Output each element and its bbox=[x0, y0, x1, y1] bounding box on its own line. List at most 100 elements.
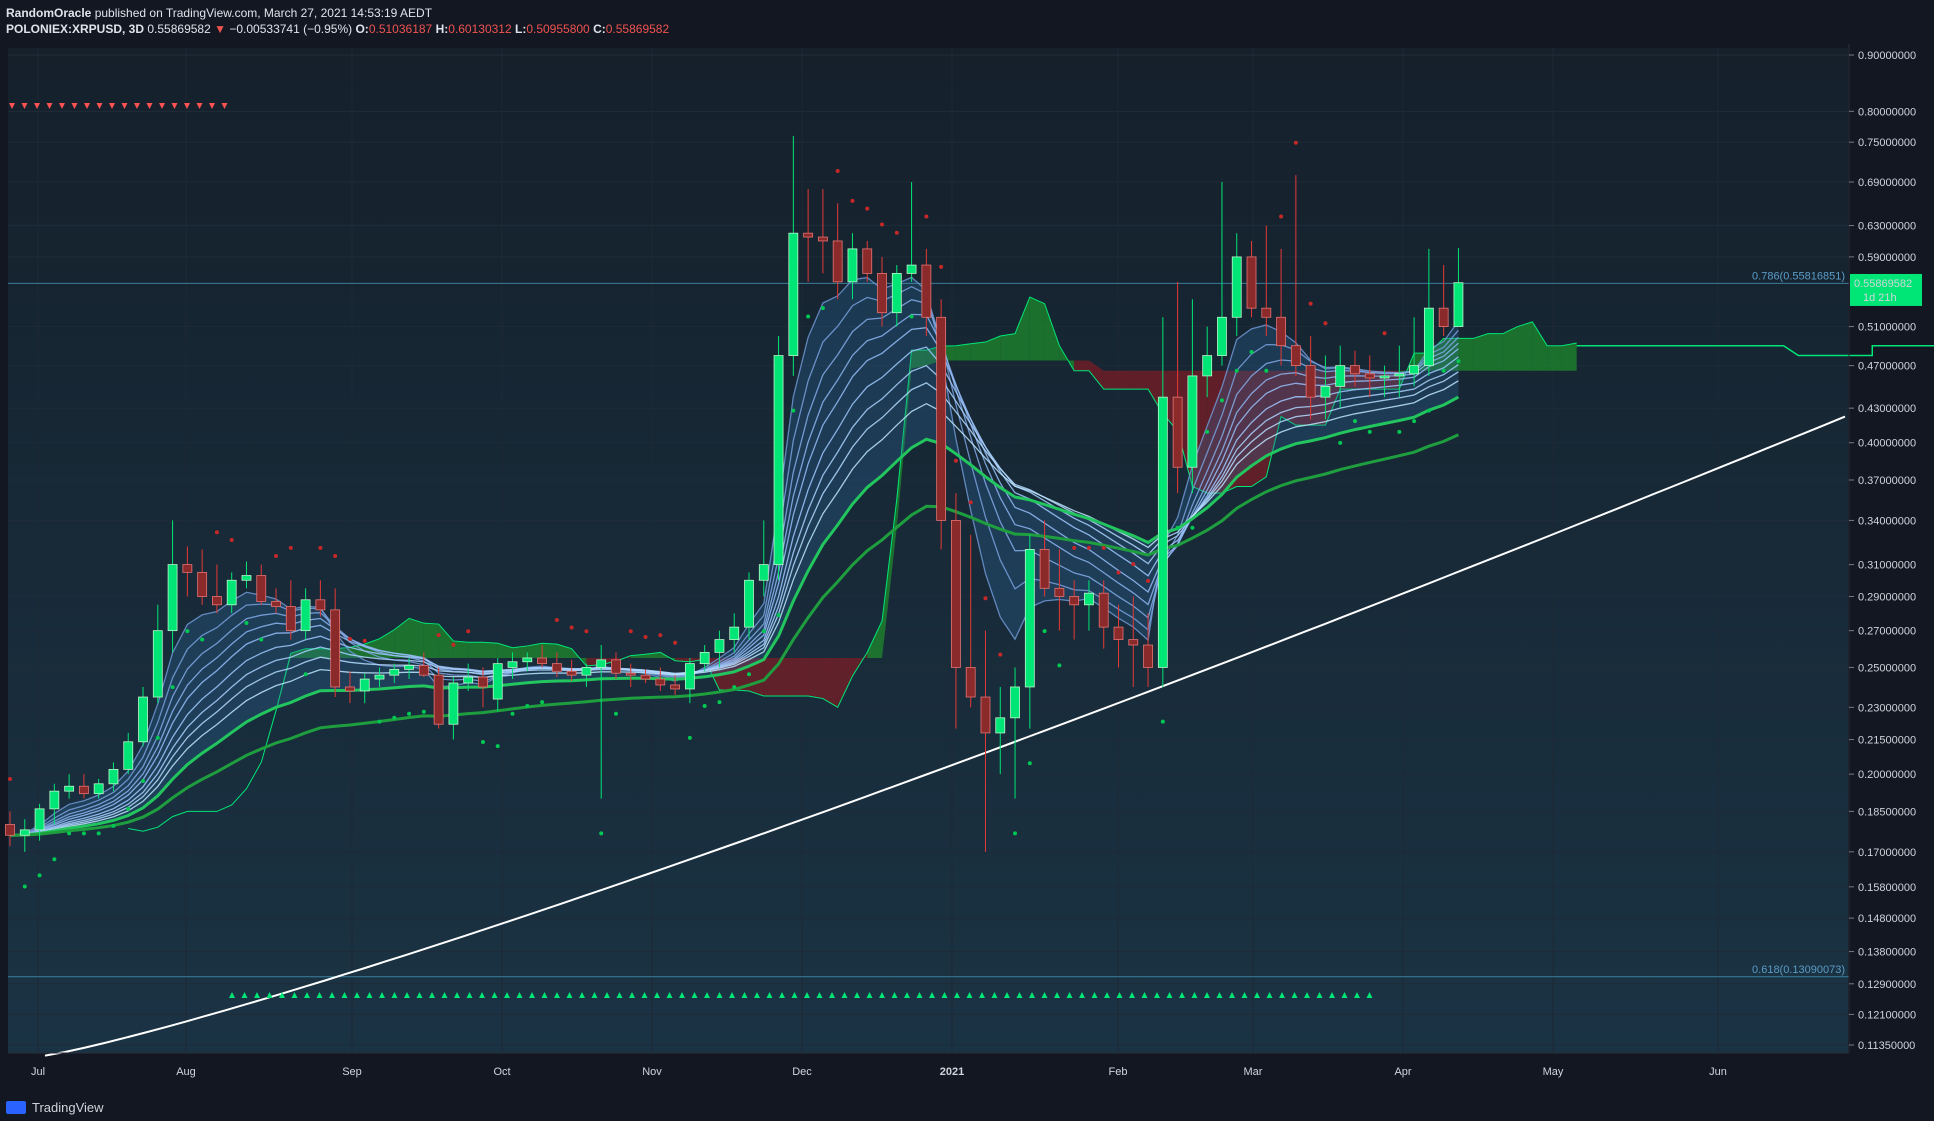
candle-body bbox=[980, 696, 991, 734]
cloud-segment bbox=[1000, 333, 1016, 361]
candle-body bbox=[1409, 365, 1419, 375]
sar-dot bbox=[909, 314, 914, 319]
x-tick-label: Sep bbox=[342, 1066, 362, 1078]
cloud-segment bbox=[1458, 338, 1474, 371]
candle-body bbox=[1438, 307, 1449, 327]
candle-body bbox=[1453, 282, 1464, 327]
price-chart[interactable]: 0.786(0.55816851) 0.618(0.13090073) 0.900… bbox=[0, 0, 1934, 1121]
y-tick-label: 0.80000000 bbox=[1858, 106, 1916, 118]
sar-dot bbox=[1441, 368, 1446, 373]
sar-dot bbox=[1338, 440, 1343, 445]
sar-dot bbox=[22, 884, 27, 889]
sar-dot bbox=[480, 740, 485, 745]
y-tick-label: 0.47000000 bbox=[1858, 361, 1916, 373]
sar-dot bbox=[126, 806, 131, 811]
sar-dot bbox=[835, 168, 840, 173]
sar-dot bbox=[1382, 331, 1387, 336]
fib-label: 0.786(0.55816851) bbox=[1752, 270, 1845, 282]
candle-body bbox=[138, 696, 148, 743]
sar-dot bbox=[510, 711, 515, 716]
y-tick-label: 0.63000000 bbox=[1858, 221, 1916, 233]
sar-dot bbox=[569, 625, 574, 630]
candle-body bbox=[79, 785, 89, 795]
sar-dot bbox=[1205, 429, 1210, 434]
candle-body bbox=[1290, 345, 1301, 367]
cloud-segment bbox=[468, 642, 483, 658]
sar-dot bbox=[880, 222, 885, 227]
sar-dot bbox=[466, 629, 471, 634]
y-tick-label: 0.13800000 bbox=[1858, 947, 1916, 959]
candle-body bbox=[212, 596, 222, 606]
candle-body bbox=[1113, 626, 1124, 640]
x-tick-label: Apr bbox=[1394, 1066, 1411, 1078]
plot-area[interactable] bbox=[8, 48, 1848, 1053]
candle-body bbox=[1217, 316, 1227, 356]
cloud-segment bbox=[1547, 345, 1562, 371]
cloud-segment bbox=[1473, 333, 1488, 371]
candle-body bbox=[359, 678, 370, 692]
candle-body bbox=[433, 674, 444, 725]
candle-body bbox=[64, 785, 75, 792]
candle-body bbox=[640, 674, 651, 680]
candle-body bbox=[93, 783, 104, 795]
sar-dot bbox=[8, 777, 12, 782]
y-tick-label: 0.14800000 bbox=[1858, 913, 1916, 925]
candle-body bbox=[551, 663, 562, 672]
sar-dot bbox=[850, 198, 855, 203]
sar-dot bbox=[628, 629, 633, 634]
x-tick-label: Jun bbox=[1709, 1066, 1727, 1078]
candle-body bbox=[1379, 375, 1390, 379]
candle-body bbox=[285, 606, 296, 632]
sar-dot bbox=[1397, 429, 1402, 434]
cloud-segment bbox=[482, 642, 498, 658]
cloud-segment bbox=[778, 657, 794, 697]
x-axis-ticks: Jul Aug Sep Oct Nov Dec 2021 Feb Mar Apr May Jun bbox=[31, 1066, 1727, 1078]
sar-dot bbox=[407, 711, 412, 716]
candle-body bbox=[330, 609, 341, 688]
y-tick-label: 0.31000000 bbox=[1858, 560, 1916, 572]
sar-dot bbox=[318, 545, 323, 550]
cloud-segment bbox=[793, 657, 809, 697]
sar-dot bbox=[820, 306, 825, 311]
sar-dot bbox=[155, 735, 160, 740]
candle-body bbox=[256, 575, 267, 602]
cloud-segment bbox=[1561, 343, 1577, 371]
sar-dot bbox=[1352, 419, 1357, 424]
candle-body bbox=[19, 829, 30, 836]
candle-body bbox=[1335, 365, 1346, 387]
cloud-segment bbox=[970, 342, 986, 361]
sar-dot bbox=[1308, 301, 1313, 306]
sar-dot bbox=[1101, 545, 1106, 550]
candle-body bbox=[877, 272, 887, 314]
candle-body bbox=[152, 630, 163, 698]
candle-body bbox=[729, 626, 740, 640]
sar-dot bbox=[52, 857, 57, 862]
sar-dot bbox=[1249, 349, 1254, 354]
candle-body bbox=[49, 790, 60, 810]
sar-dot bbox=[924, 214, 929, 219]
cloud-segment bbox=[453, 640, 469, 658]
candle-body bbox=[951, 520, 961, 668]
sar-dot bbox=[983, 596, 988, 601]
sar-dot bbox=[200, 637, 205, 642]
tradingview-logo[interactable]: TradingView bbox=[6, 1100, 104, 1115]
candle-body bbox=[862, 248, 873, 274]
x-tick-label: Oct bbox=[493, 1066, 510, 1078]
candle-body bbox=[241, 575, 252, 581]
sar-dot bbox=[717, 700, 722, 705]
sar-dot bbox=[421, 709, 426, 714]
sar-dot bbox=[747, 672, 751, 677]
sar-dot bbox=[37, 873, 42, 878]
candle-body bbox=[108, 768, 119, 785]
y-tick-label: 0.11350000 bbox=[1858, 1040, 1915, 1052]
sar-dot bbox=[939, 264, 944, 269]
candle-body bbox=[1423, 307, 1434, 367]
candle-body bbox=[1010, 686, 1020, 719]
candle-body bbox=[1039, 549, 1050, 589]
sar-dot bbox=[451, 642, 456, 647]
cloud-segment bbox=[423, 623, 439, 658]
sar-dot bbox=[1027, 761, 1032, 766]
sar-dot bbox=[288, 545, 293, 550]
candle-body bbox=[1350, 365, 1360, 375]
candle-body bbox=[1202, 355, 1213, 377]
